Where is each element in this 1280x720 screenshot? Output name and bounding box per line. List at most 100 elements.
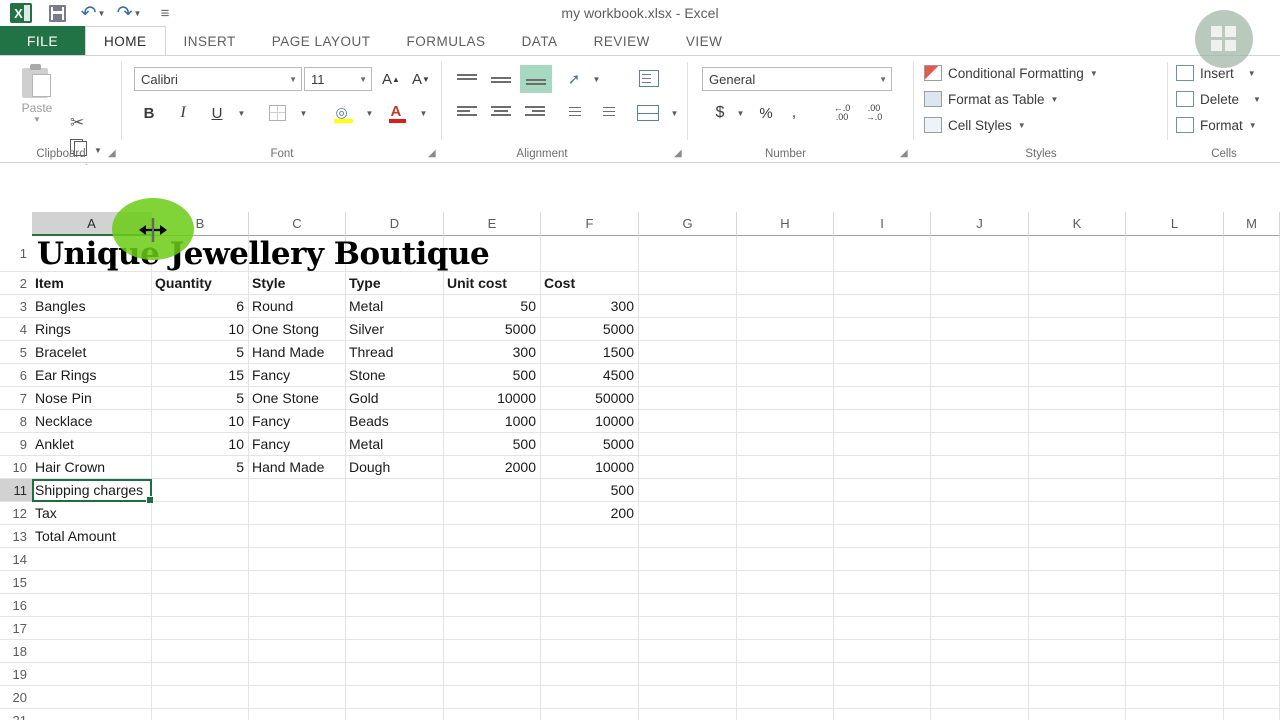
- cell-C11[interactable]: [249, 479, 346, 502]
- alignment-dialog-launcher[interactable]: ◢: [674, 148, 685, 159]
- orientation-button[interactable]: ➚: [560, 67, 588, 91]
- cell-D17[interactable]: [346, 617, 444, 640]
- column-header-l[interactable]: L: [1126, 212, 1224, 236]
- save-icon[interactable]: [40, 1, 74, 25]
- cell-E8[interactable]: 1000: [444, 410, 541, 433]
- cell-G16[interactable]: [639, 594, 737, 617]
- decrease-font-size-button[interactable]: A ▼: [408, 67, 434, 91]
- cell-M20[interactable]: [1224, 686, 1280, 709]
- cell-H9[interactable]: [737, 433, 834, 456]
- cell-A8[interactable]: Necklace: [32, 410, 152, 433]
- row-header-17[interactable]: 17: [0, 617, 32, 640]
- cell-I1[interactable]: [834, 236, 931, 272]
- cell-C17[interactable]: [249, 617, 346, 640]
- cell-M15[interactable]: [1224, 571, 1280, 594]
- cell-H17[interactable]: [737, 617, 834, 640]
- cell-E7[interactable]: 10000: [444, 387, 541, 410]
- cell-C10[interactable]: Hand Made: [249, 456, 346, 479]
- cell-H6[interactable]: [737, 364, 834, 387]
- cell-J12[interactable]: [931, 502, 1029, 525]
- cell-G8[interactable]: [639, 410, 737, 433]
- cell-H10[interactable]: [737, 456, 834, 479]
- cell-G17[interactable]: [639, 617, 737, 640]
- cell-L5[interactable]: [1126, 341, 1224, 364]
- cell-C5[interactable]: Hand Made: [249, 341, 346, 364]
- cell-G12[interactable]: [639, 502, 737, 525]
- cell-I16[interactable]: [834, 594, 931, 617]
- cell-I11[interactable]: [834, 479, 931, 502]
- merge-center-dropdown-icon[interactable]: ▼: [666, 101, 682, 125]
- cell-B19[interactable]: [152, 663, 249, 686]
- cell-M8[interactable]: [1224, 410, 1280, 433]
- column-header-i[interactable]: I: [834, 212, 931, 236]
- cell-B3[interactable]: 6: [152, 295, 249, 318]
- tab-page-layout[interactable]: PAGE LAYOUT: [254, 26, 389, 55]
- cell-M3[interactable]: [1224, 295, 1280, 318]
- cell-K16[interactable]: [1029, 594, 1126, 617]
- percent-format-button[interactable]: %: [754, 100, 778, 126]
- cell-I6[interactable]: [834, 364, 931, 387]
- format-cells-dropdown-icon[interactable]: ▼: [1249, 121, 1257, 130]
- cell-B4[interactable]: 10: [152, 318, 249, 341]
- cell-M19[interactable]: [1224, 663, 1280, 686]
- cell-J6[interactable]: [931, 364, 1029, 387]
- align-left-button[interactable]: [452, 100, 482, 124]
- underline-dropdown-icon[interactable]: ▼: [232, 101, 250, 125]
- cell-I9[interactable]: [834, 433, 931, 456]
- insert-cells-dropdown-icon[interactable]: ▼: [1248, 69, 1256, 78]
- row-header-8[interactable]: 8: [0, 410, 32, 433]
- cell-K14[interactable]: [1029, 548, 1126, 571]
- cell-G20[interactable]: [639, 686, 737, 709]
- number-format-dropdown-icon[interactable]: ▼: [879, 75, 887, 84]
- cell-H8[interactable]: [737, 410, 834, 433]
- cell-F20[interactable]: [541, 686, 639, 709]
- cell-K18[interactable]: [1029, 640, 1126, 663]
- cell-L1[interactable]: [1126, 236, 1224, 272]
- cell-I3[interactable]: [834, 295, 931, 318]
- cell-M7[interactable]: [1224, 387, 1280, 410]
- cell-J10[interactable]: [931, 456, 1029, 479]
- cell-B9[interactable]: 10: [152, 433, 249, 456]
- cell-A6[interactable]: Ear Rings: [32, 364, 152, 387]
- cell-E14[interactable]: [444, 548, 541, 571]
- cell-E6[interactable]: 500: [444, 364, 541, 387]
- cell-K3[interactable]: [1029, 295, 1126, 318]
- row-header-11[interactable]: 11: [0, 479, 32, 502]
- cell-H19[interactable]: [737, 663, 834, 686]
- cell-C3[interactable]: Round: [249, 295, 346, 318]
- cell-F8[interactable]: 10000: [541, 410, 639, 433]
- number-dialog-launcher[interactable]: ◢: [900, 148, 911, 159]
- accounting-dropdown-icon[interactable]: ▼: [732, 101, 748, 125]
- cell-F4[interactable]: 5000: [541, 318, 639, 341]
- cell-K21[interactable]: [1029, 709, 1126, 720]
- cell-J18[interactable]: [931, 640, 1029, 663]
- cell-D7[interactable]: Gold: [346, 387, 444, 410]
- cell-F10[interactable]: 10000: [541, 456, 639, 479]
- column-header-m[interactable]: M: [1224, 212, 1280, 236]
- cell-F19[interactable]: [541, 663, 639, 686]
- cell-B5[interactable]: 5: [152, 341, 249, 364]
- row-header-19[interactable]: 19: [0, 663, 32, 686]
- cell-B14[interactable]: [152, 548, 249, 571]
- cell-L8[interactable]: [1126, 410, 1224, 433]
- row-header-2[interactable]: 2: [0, 272, 32, 295]
- cell-F2[interactable]: Cost: [541, 272, 639, 295]
- cell-L12[interactable]: [1126, 502, 1224, 525]
- cell-D8[interactable]: Beads: [346, 410, 444, 433]
- cell-H5[interactable]: [737, 341, 834, 364]
- cell-C13[interactable]: [249, 525, 346, 548]
- cell-I15[interactable]: [834, 571, 931, 594]
- cell-A7[interactable]: Nose Pin: [32, 387, 152, 410]
- cell-A11[interactable]: Shipping charges: [32, 479, 152, 502]
- cell-G11[interactable]: [639, 479, 737, 502]
- cell-L16[interactable]: [1126, 594, 1224, 617]
- cell-M6[interactable]: [1224, 364, 1280, 387]
- cell-E11[interactable]: [444, 479, 541, 502]
- cell-K4[interactable]: [1029, 318, 1126, 341]
- column-header-a[interactable]: A: [32, 212, 152, 236]
- cell-E3[interactable]: 50: [444, 295, 541, 318]
- cell-D13[interactable]: [346, 525, 444, 548]
- cell-I7[interactable]: [834, 387, 931, 410]
- cell-M13[interactable]: [1224, 525, 1280, 548]
- cell-J15[interactable]: [931, 571, 1029, 594]
